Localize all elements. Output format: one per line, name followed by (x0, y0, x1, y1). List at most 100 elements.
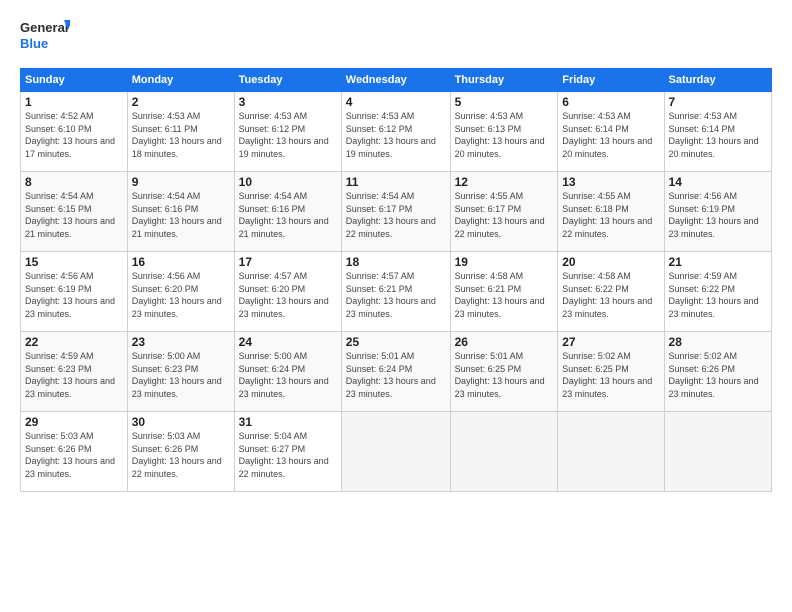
day-detail: Sunrise: 4:55 AMSunset: 6:18 PMDaylight:… (562, 190, 659, 240)
calendar-week-row: 1Sunrise: 4:52 AMSunset: 6:10 PMDaylight… (21, 92, 772, 172)
day-number: 24 (239, 335, 337, 349)
calendar-body: 1Sunrise: 4:52 AMSunset: 6:10 PMDaylight… (21, 92, 772, 492)
day-number: 13 (562, 175, 659, 189)
calendar-day-cell: 16Sunrise: 4:56 AMSunset: 6:20 PMDayligh… (127, 252, 234, 332)
day-detail: Sunrise: 5:02 AMSunset: 6:26 PMDaylight:… (669, 350, 767, 400)
calendar-day-cell: 24Sunrise: 5:00 AMSunset: 6:24 PMDayligh… (234, 332, 341, 412)
day-number: 20 (562, 255, 659, 269)
day-number: 3 (239, 95, 337, 109)
day-number: 25 (346, 335, 446, 349)
day-detail: Sunrise: 4:58 AMSunset: 6:21 PMDaylight:… (455, 270, 554, 320)
weekday-header-tuesday: Tuesday (234, 69, 341, 92)
calendar-day-cell: 1Sunrise: 4:52 AMSunset: 6:10 PMDaylight… (21, 92, 128, 172)
calendar-table: SundayMondayTuesdayWednesdayThursdayFrid… (20, 68, 772, 492)
calendar-day-cell (450, 412, 558, 492)
calendar-day-cell: 13Sunrise: 4:55 AMSunset: 6:18 PMDayligh… (558, 172, 664, 252)
weekday-header-thursday: Thursday (450, 69, 558, 92)
calendar-day-cell: 3Sunrise: 4:53 AMSunset: 6:12 PMDaylight… (234, 92, 341, 172)
calendar-day-cell: 18Sunrise: 4:57 AMSunset: 6:21 PMDayligh… (341, 252, 450, 332)
day-number: 21 (669, 255, 767, 269)
weekday-header-monday: Monday (127, 69, 234, 92)
calendar-day-cell: 8Sunrise: 4:54 AMSunset: 6:15 PMDaylight… (21, 172, 128, 252)
calendar-day-cell: 25Sunrise: 5:01 AMSunset: 6:24 PMDayligh… (341, 332, 450, 412)
calendar-day-cell: 15Sunrise: 4:56 AMSunset: 6:19 PMDayligh… (21, 252, 128, 332)
day-number: 7 (669, 95, 767, 109)
day-number: 14 (669, 175, 767, 189)
calendar-day-cell: 2Sunrise: 4:53 AMSunset: 6:11 PMDaylight… (127, 92, 234, 172)
calendar-day-cell: 10Sunrise: 4:54 AMSunset: 6:16 PMDayligh… (234, 172, 341, 252)
calendar-day-cell: 9Sunrise: 4:54 AMSunset: 6:16 PMDaylight… (127, 172, 234, 252)
calendar-day-cell: 29Sunrise: 5:03 AMSunset: 6:26 PMDayligh… (21, 412, 128, 492)
page: General Blue SundayMondayTuesdayWednesda… (0, 0, 792, 612)
day-number: 2 (132, 95, 230, 109)
day-number: 15 (25, 255, 123, 269)
calendar-week-row: 8Sunrise: 4:54 AMSunset: 6:15 PMDaylight… (21, 172, 772, 252)
weekday-header-wednesday: Wednesday (341, 69, 450, 92)
weekday-header-friday: Friday (558, 69, 664, 92)
day-detail: Sunrise: 4:56 AMSunset: 6:19 PMDaylight:… (669, 190, 767, 240)
calendar-day-cell: 5Sunrise: 4:53 AMSunset: 6:13 PMDaylight… (450, 92, 558, 172)
day-number: 6 (562, 95, 659, 109)
day-number: 30 (132, 415, 230, 429)
day-number: 17 (239, 255, 337, 269)
day-detail: Sunrise: 4:57 AMSunset: 6:21 PMDaylight:… (346, 270, 446, 320)
day-number: 19 (455, 255, 554, 269)
day-detail: Sunrise: 4:55 AMSunset: 6:17 PMDaylight:… (455, 190, 554, 240)
calendar-day-cell (664, 412, 771, 492)
day-number: 31 (239, 415, 337, 429)
calendar-day-cell: 11Sunrise: 4:54 AMSunset: 6:17 PMDayligh… (341, 172, 450, 252)
calendar-day-cell: 22Sunrise: 4:59 AMSunset: 6:23 PMDayligh… (21, 332, 128, 412)
day-number: 12 (455, 175, 554, 189)
day-detail: Sunrise: 4:53 AMSunset: 6:12 PMDaylight:… (239, 110, 337, 160)
weekday-row: SundayMondayTuesdayWednesdayThursdayFrid… (21, 69, 772, 92)
calendar-day-cell: 6Sunrise: 4:53 AMSunset: 6:14 PMDaylight… (558, 92, 664, 172)
calendar-day-cell: 12Sunrise: 4:55 AMSunset: 6:17 PMDayligh… (450, 172, 558, 252)
day-detail: Sunrise: 4:54 AMSunset: 6:16 PMDaylight:… (239, 190, 337, 240)
day-number: 23 (132, 335, 230, 349)
calendar-day-cell: 17Sunrise: 4:57 AMSunset: 6:20 PMDayligh… (234, 252, 341, 332)
day-detail: Sunrise: 4:56 AMSunset: 6:20 PMDaylight:… (132, 270, 230, 320)
logo: General Blue (20, 16, 70, 58)
calendar-day-cell: 21Sunrise: 4:59 AMSunset: 6:22 PMDayligh… (664, 252, 771, 332)
calendar-day-cell: 27Sunrise: 5:02 AMSunset: 6:25 PMDayligh… (558, 332, 664, 412)
day-detail: Sunrise: 4:54 AMSunset: 6:15 PMDaylight:… (25, 190, 123, 240)
day-detail: Sunrise: 4:52 AMSunset: 6:10 PMDaylight:… (25, 110, 123, 160)
day-detail: Sunrise: 5:03 AMSunset: 6:26 PMDaylight:… (132, 430, 230, 480)
calendar-day-cell (558, 412, 664, 492)
day-number: 27 (562, 335, 659, 349)
day-number: 29 (25, 415, 123, 429)
day-detail: Sunrise: 4:59 AMSunset: 6:22 PMDaylight:… (669, 270, 767, 320)
calendar-day-cell: 31Sunrise: 5:04 AMSunset: 6:27 PMDayligh… (234, 412, 341, 492)
day-number: 18 (346, 255, 446, 269)
calendar-week-row: 29Sunrise: 5:03 AMSunset: 6:26 PMDayligh… (21, 412, 772, 492)
logo-svg: General Blue (20, 16, 70, 58)
day-number: 5 (455, 95, 554, 109)
day-detail: Sunrise: 4:59 AMSunset: 6:23 PMDaylight:… (25, 350, 123, 400)
day-detail: Sunrise: 4:53 AMSunset: 6:13 PMDaylight:… (455, 110, 554, 160)
calendar-header: SundayMondayTuesdayWednesdayThursdayFrid… (21, 69, 772, 92)
calendar-day-cell (341, 412, 450, 492)
day-detail: Sunrise: 5:04 AMSunset: 6:27 PMDaylight:… (239, 430, 337, 480)
day-number: 28 (669, 335, 767, 349)
calendar-day-cell: 28Sunrise: 5:02 AMSunset: 6:26 PMDayligh… (664, 332, 771, 412)
day-detail: Sunrise: 4:58 AMSunset: 6:22 PMDaylight:… (562, 270, 659, 320)
day-number: 26 (455, 335, 554, 349)
day-number: 10 (239, 175, 337, 189)
day-detail: Sunrise: 5:03 AMSunset: 6:26 PMDaylight:… (25, 430, 123, 480)
calendar-day-cell: 14Sunrise: 4:56 AMSunset: 6:19 PMDayligh… (664, 172, 771, 252)
calendar-week-row: 15Sunrise: 4:56 AMSunset: 6:19 PMDayligh… (21, 252, 772, 332)
calendar-day-cell: 23Sunrise: 5:00 AMSunset: 6:23 PMDayligh… (127, 332, 234, 412)
day-number: 9 (132, 175, 230, 189)
day-detail: Sunrise: 4:57 AMSunset: 6:20 PMDaylight:… (239, 270, 337, 320)
day-number: 16 (132, 255, 230, 269)
day-detail: Sunrise: 4:53 AMSunset: 6:14 PMDaylight:… (669, 110, 767, 160)
weekday-header-sunday: Sunday (21, 69, 128, 92)
calendar-day-cell: 30Sunrise: 5:03 AMSunset: 6:26 PMDayligh… (127, 412, 234, 492)
header: General Blue (20, 16, 772, 58)
calendar-day-cell: 26Sunrise: 5:01 AMSunset: 6:25 PMDayligh… (450, 332, 558, 412)
day-detail: Sunrise: 5:02 AMSunset: 6:25 PMDaylight:… (562, 350, 659, 400)
svg-text:General: General (20, 20, 68, 35)
calendar-day-cell: 20Sunrise: 4:58 AMSunset: 6:22 PMDayligh… (558, 252, 664, 332)
day-detail: Sunrise: 4:54 AMSunset: 6:16 PMDaylight:… (132, 190, 230, 240)
day-number: 4 (346, 95, 446, 109)
